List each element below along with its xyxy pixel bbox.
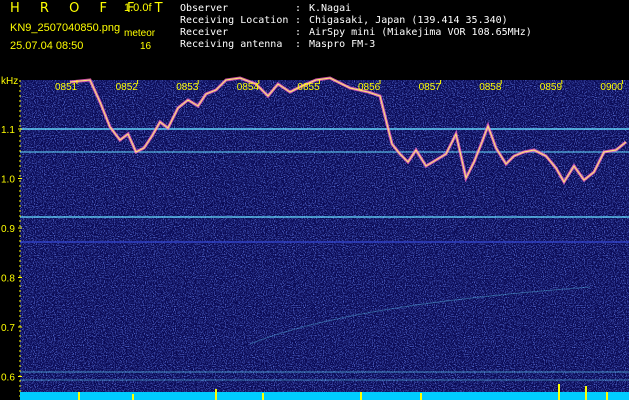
freq-tick-label: 1.1 [1,125,15,136]
info-row-location: Receiving Location: Chigasaki, Japan (139… [180,15,532,27]
signal-spike [420,393,422,400]
signal-spike [215,389,217,400]
info-key: Receiving Location [180,15,289,26]
unit-label: kHz [1,76,18,87]
station-info: Observer: K.Nagai Receiving Location: Chig… [180,3,532,51]
signal-spike [262,393,264,400]
time-tick-label: 0854 [237,82,260,93]
signal-spike [606,392,608,400]
info-row-observer: Observer: K.Nagai [180,3,532,15]
time-tick-label: 0859 [540,82,563,93]
info-sep: : [295,27,302,38]
time-tick-label: 0852 [116,82,139,93]
time-tick-label: 0856 [358,82,381,93]
time-tick-label: 0851 [55,82,78,93]
info-sep: : [295,15,302,26]
signal-spike [585,386,587,400]
info-key: Receiver [180,27,229,38]
time-tick-label: 0858 [479,82,502,93]
spectrogram: 1.1 1.0 0.9 0.8 0.7 0.6 0851 0852 0853 0854 0855 0… [1,76,629,400]
signal-spike [360,392,362,400]
time-tick-label: 0855 [297,82,320,93]
header-panel: H R O F F T 1.0.0f KN9_2507040850.png 25… [0,0,629,72]
signal-spike [78,392,80,400]
meteor-count: 16 [140,41,152,52]
info-sep: : [295,39,302,50]
info-row-receiver: Receiver: AirSpy mini (Miakejima VOR 108.… [180,27,532,39]
info-sep: : [295,3,302,14]
info-value: K.Nagai [309,3,352,14]
info-value: Chigasaki, Japan (139.414 35.340) [309,15,508,26]
date-time: 25.07.04 08:50 [10,40,84,52]
signal-spike [132,394,134,400]
freq-tick-label: 0.9 [1,224,15,235]
meteor-label: meteor [124,28,156,39]
time-tick-label: 0853 [176,82,199,93]
time-tick-label: 0857 [419,82,442,93]
info-value: Maspro FM-3 [309,39,376,50]
time-tick-label: 0900 [600,82,623,93]
app-version: 1.0.0f [124,2,152,14]
freq-tick-label: 0.7 [1,323,15,334]
freq-tick-label: 1.0 [1,175,15,186]
file-name: KN9_2507040850.png [10,22,121,34]
info-row-antenna: Receiving antenna: Maspro FM-3 [180,39,532,51]
signal-bar-base [20,392,629,400]
info-value: AirSpy mini (Miakejima VOR 108.65MHz) [309,27,532,38]
freq-tick-label: 0.8 [1,274,15,285]
info-key: Observer [180,3,229,14]
frequency-axis: 1.1 1.0 0.9 0.8 0.7 0.6 [1,80,22,400]
signal-spike [558,384,560,400]
info-key: Receiving antenna [180,39,283,50]
freq-tick-label: 0.6 [1,373,15,384]
